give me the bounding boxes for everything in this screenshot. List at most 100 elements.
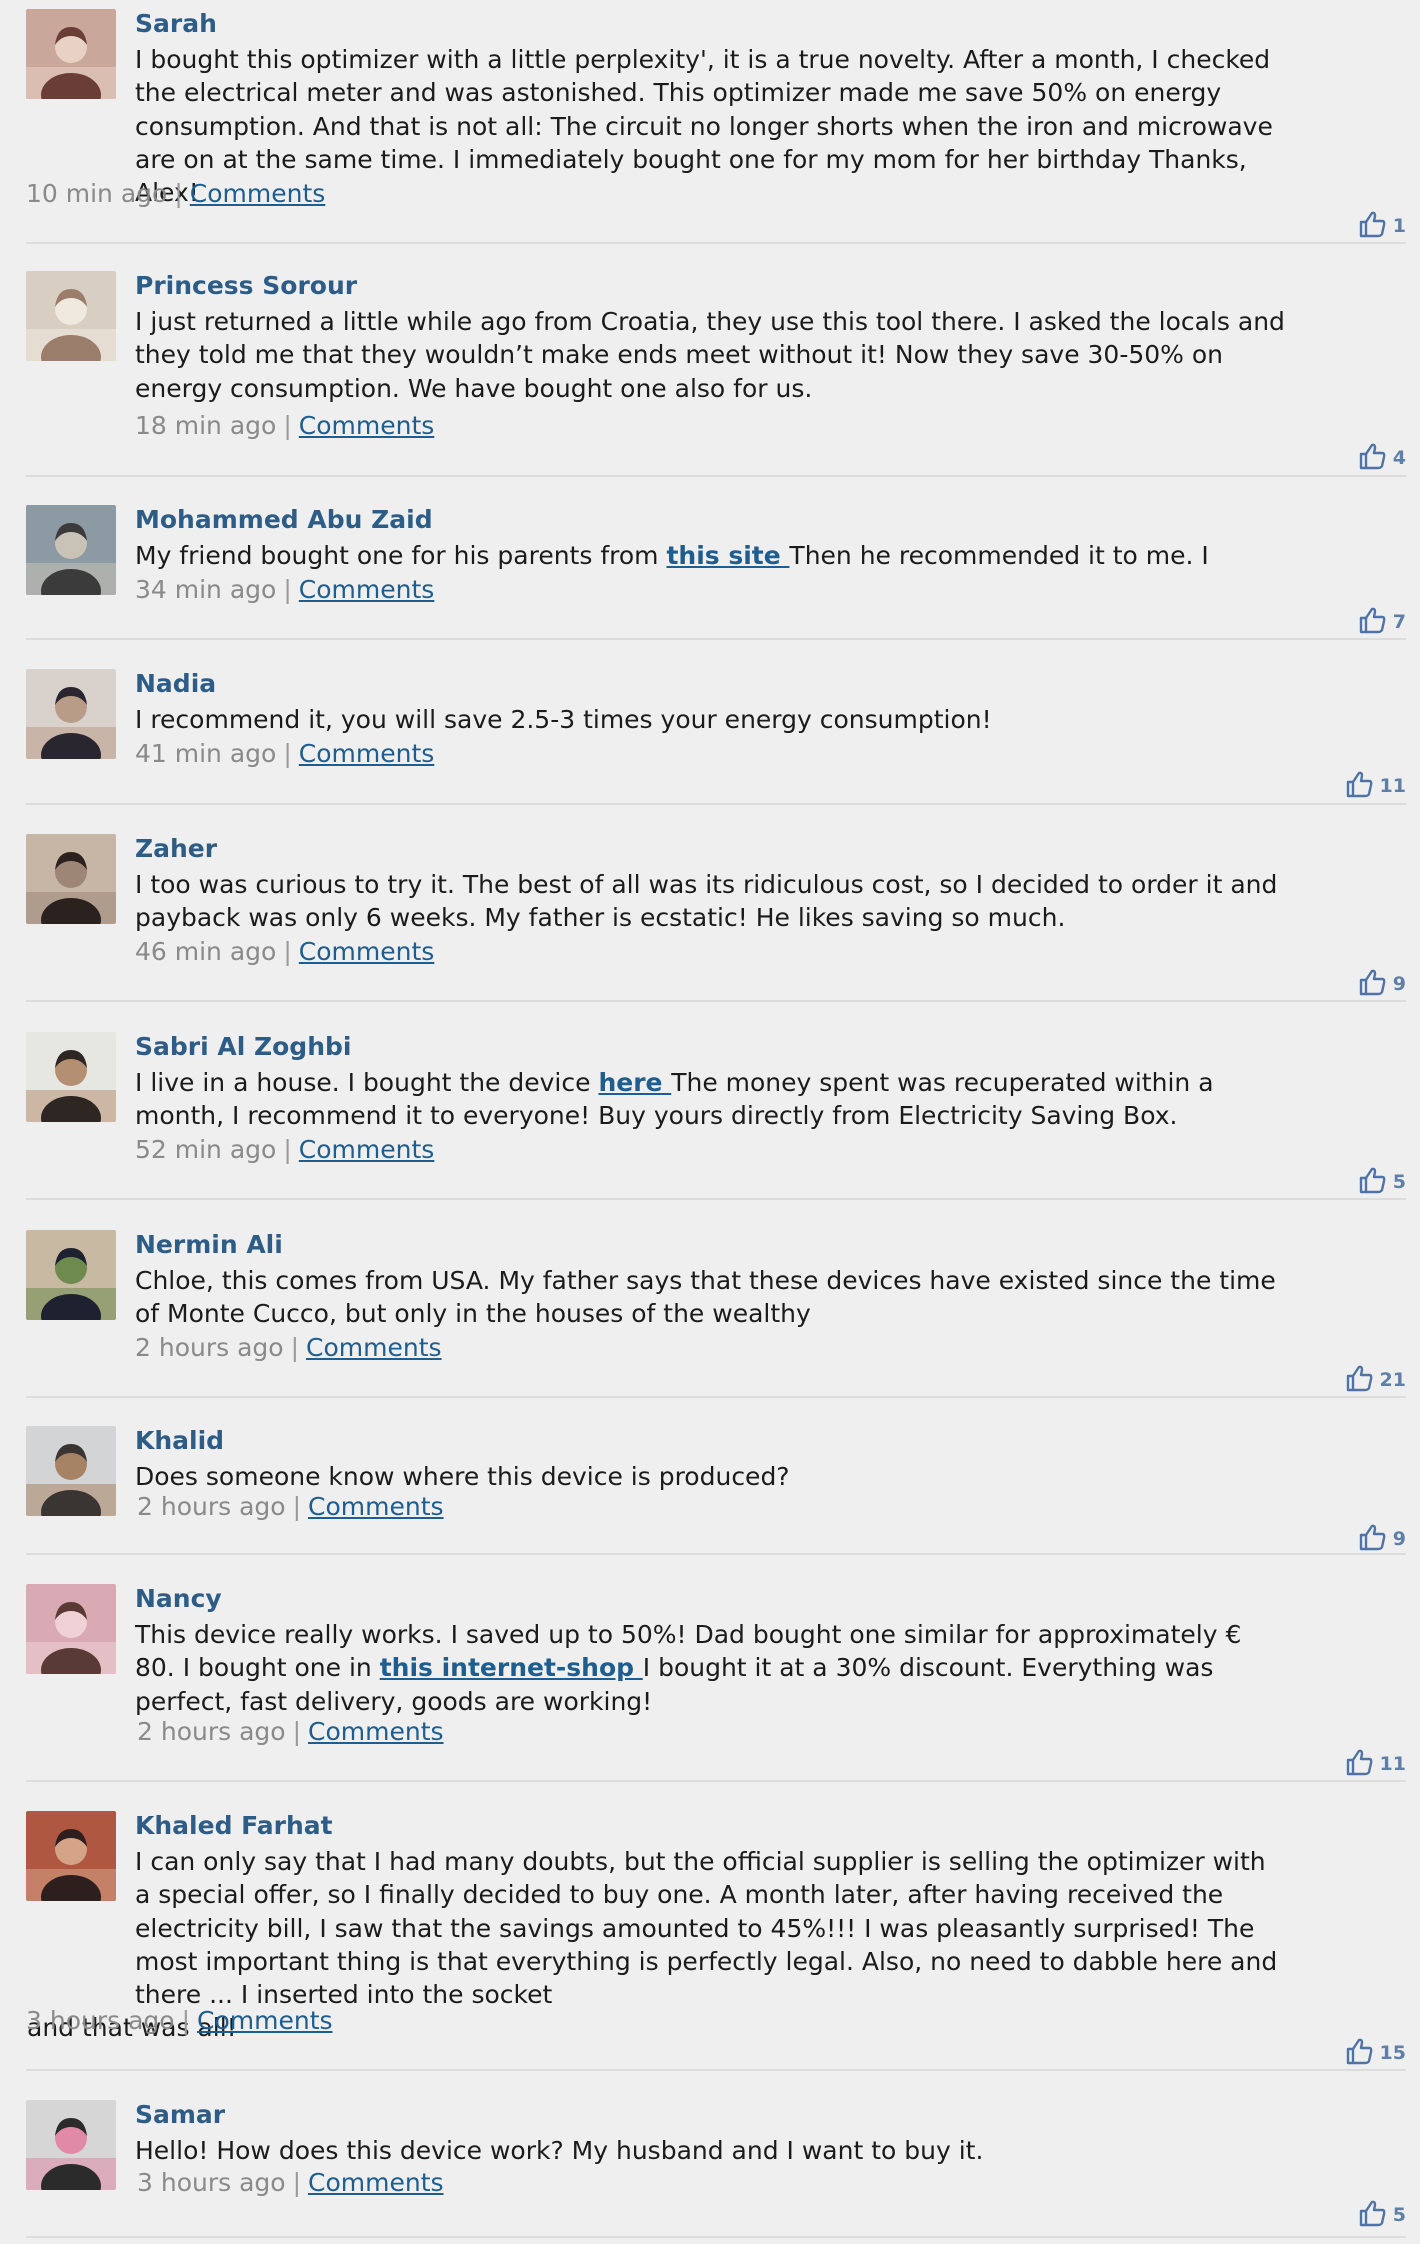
like-button[interactable]: 9 <box>1357 967 1406 1001</box>
comment-author[interactable]: Samar <box>135 2099 225 2131</box>
comment-link[interactable]: this internet-shop <box>380 1653 643 1682</box>
comments-link[interactable]: Comments <box>308 1492 444 1521</box>
like-button[interactable]: 1 <box>1357 209 1406 243</box>
comments-link[interactable]: Comments <box>299 937 435 966</box>
comments-link[interactable]: Comments <box>197 2006 333 2035</box>
comments-link[interactable]: Comments <box>190 179 326 208</box>
thumbs-up-icon <box>1357 1522 1387 1557</box>
comment-text: I recommend it, you will save 2.5-3 time… <box>135 703 1285 736</box>
like-count: 9 <box>1392 973 1406 995</box>
comments-link[interactable]: Comments <box>299 575 435 604</box>
comment-text: Does someone know where this device is p… <box>135 1460 1285 1493</box>
avatar[interactable] <box>26 2100 116 2190</box>
avatar[interactable] <box>26 1811 116 1901</box>
like-button[interactable]: 11 <box>1344 1747 1406 1781</box>
comment-divider <box>26 1553 1406 1555</box>
comment-divider <box>26 1780 1406 1782</box>
like-button[interactable]: 15 <box>1344 2036 1406 2070</box>
comment-author[interactable]: Nermin Ali <box>135 1229 283 1261</box>
comment-meta: 3 hours ago | Comments <box>137 2167 444 2199</box>
comment-divider <box>26 475 1406 477</box>
comment-time: 2 hours ago <box>137 1717 286 1746</box>
comments-link[interactable]: Comments <box>308 2168 444 2197</box>
thumbs-up-icon <box>1357 441 1387 476</box>
like-button[interactable]: 4 <box>1357 441 1406 475</box>
comment-author[interactable]: Nadia <box>135 668 216 700</box>
comments-link[interactable]: Comments <box>299 1135 435 1164</box>
meta-separator: | <box>292 1492 302 1521</box>
comments-link[interactable]: Comments <box>306 1333 442 1362</box>
comment-meta: 3 hours ago | Comments <box>26 2005 333 2037</box>
comment-author[interactable]: Sarah <box>135 8 217 40</box>
comment-divider <box>26 242 1406 244</box>
thumbs-up-icon <box>1357 209 1387 244</box>
comment-divider <box>26 1198 1406 1200</box>
comments-link[interactable]: Comments <box>308 1717 444 1746</box>
like-count: 11 <box>1379 1753 1406 1775</box>
comment-author[interactable]: Zaher <box>135 833 217 865</box>
comment-author[interactable]: Princess Sorour <box>135 270 357 302</box>
thumbs-up-icon <box>1357 1165 1387 1200</box>
comment-meta: 2 hours ago | Comments <box>135 1332 442 1364</box>
meta-separator: | <box>283 937 292 966</box>
comment-divider <box>26 638 1406 640</box>
like-button[interactable]: 11 <box>1344 769 1406 803</box>
thumbs-up-icon <box>1344 769 1374 804</box>
like-button[interactable]: 9 <box>1357 1522 1406 1556</box>
comment-text: My friend bought one for his parents fro… <box>135 539 1285 572</box>
thumbs-up-icon <box>1344 1747 1374 1782</box>
comment-time: 2 hours ago <box>135 1333 284 1362</box>
avatar[interactable] <box>26 9 116 99</box>
avatar[interactable] <box>26 1230 116 1320</box>
comment-meta: 2 hours ago | Comments <box>137 1491 444 1523</box>
meta-separator: | <box>292 1717 302 1746</box>
comment-author[interactable]: Sabri Al Zoghbi <box>135 1031 351 1063</box>
like-count: 11 <box>1379 775 1406 797</box>
thumbs-up-icon <box>1357 605 1387 640</box>
avatar[interactable] <box>26 505 116 595</box>
like-button[interactable]: 5 <box>1357 1165 1406 1199</box>
avatar[interactable] <box>26 271 116 361</box>
avatar[interactable] <box>26 1584 116 1674</box>
comment-meta: 46 min ago | Comments <box>135 936 434 968</box>
comment-author[interactable]: Khaled Farhat <box>135 1810 333 1842</box>
like-count: 15 <box>1379 2042 1406 2064</box>
comment-text-main: Does someone know where this device is p… <box>135 1462 790 1491</box>
comment-link[interactable]: here <box>598 1068 671 1097</box>
comment-text: This device really works. I saved up to … <box>135 1618 1285 1718</box>
avatar[interactable] <box>26 1032 116 1122</box>
comment-divider <box>26 2069 1406 2071</box>
comment-text-before: My friend bought one for his parents fro… <box>135 541 667 570</box>
comment-time: 10 min ago <box>26 179 168 208</box>
comment-time: 41 min ago <box>135 739 277 768</box>
comment-author[interactable]: Mohammed Abu Zaid <box>135 504 433 536</box>
avatar[interactable] <box>26 834 116 924</box>
avatar[interactable] <box>26 1426 116 1516</box>
comment-time: 18 min ago <box>135 411 277 440</box>
thumbs-up-icon <box>1344 1363 1374 1398</box>
comment-text-after: Then he recommended it to me. I <box>789 541 1209 570</box>
comment-divider <box>26 1000 1406 1002</box>
comment-text-main: Chloe, this comes from USA. My father sa… <box>135 1266 1276 1329</box>
like-button[interactable]: 5 <box>1357 2198 1406 2232</box>
comment-text: I live in a house. I bought the device h… <box>135 1066 1285 1133</box>
comment-author[interactable]: Khalid <box>135 1425 224 1457</box>
like-count: 5 <box>1392 2204 1406 2226</box>
meta-separator: | <box>283 575 292 604</box>
comment-text: Chloe, this comes from USA. My father sa… <box>135 1264 1285 1331</box>
comments-link[interactable]: Comments <box>299 411 435 440</box>
comment-text-main: Hello! How does this device work? My hus… <box>135 2136 984 2165</box>
comments-link[interactable]: Comments <box>299 739 435 768</box>
like-button[interactable]: 7 <box>1357 605 1406 639</box>
comment-link[interactable]: this site <box>666 541 789 570</box>
comment-author[interactable]: Nancy <box>135 1583 222 1615</box>
like-button[interactable]: 21 <box>1344 1363 1406 1397</box>
thumbs-up-icon <box>1357 2198 1387 2233</box>
comment-text-main: I just returned a little while ago from … <box>135 307 1285 403</box>
comment-meta: 41 min ago | Comments <box>135 738 434 770</box>
comment-text: I just returned a little while ago from … <box>135 305 1285 405</box>
comment-text-main: I recommend it, you will save 2.5-3 time… <box>135 705 992 734</box>
like-count: 5 <box>1392 1171 1406 1193</box>
meta-separator: | <box>283 739 292 768</box>
avatar[interactable] <box>26 669 116 759</box>
